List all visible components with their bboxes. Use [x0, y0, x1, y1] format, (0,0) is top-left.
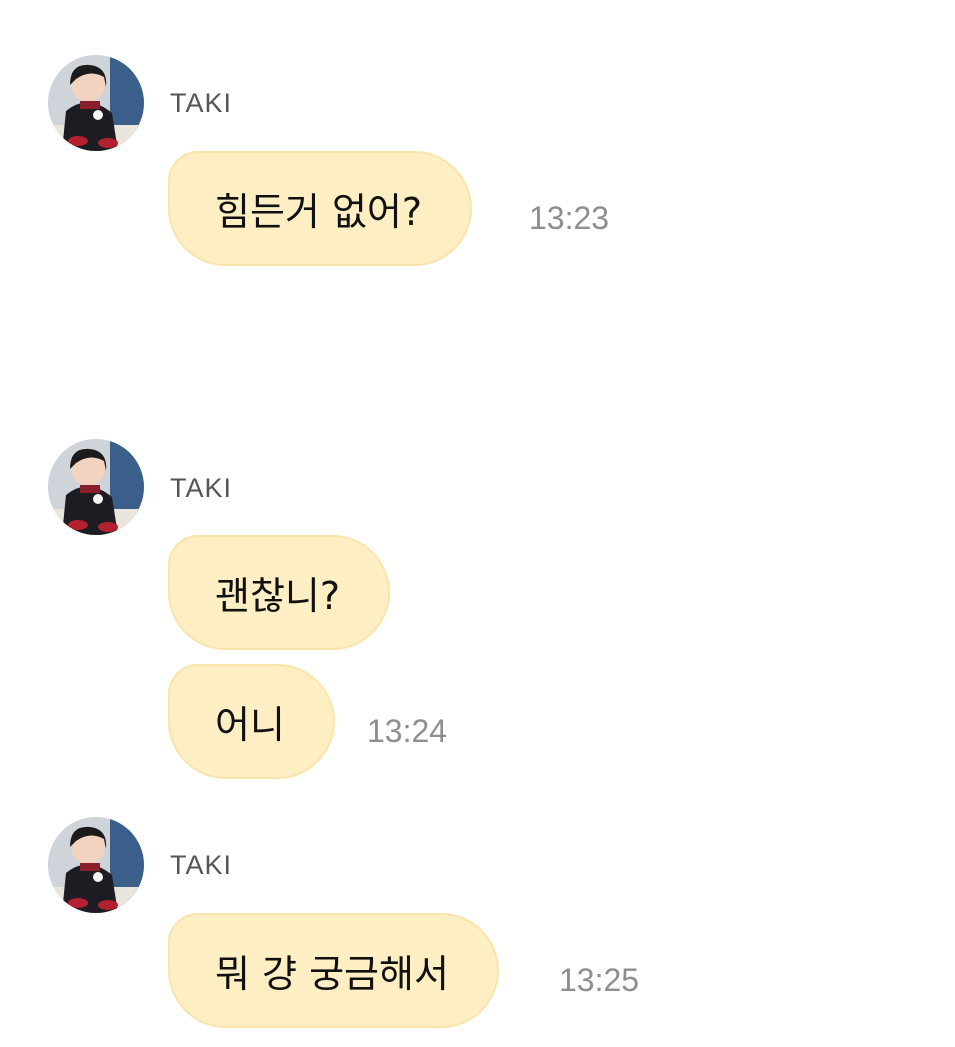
sender-name: TAKI [170, 473, 233, 503]
message-timestamp: 13:25 [559, 962, 640, 998]
sender-name: TAKI [170, 850, 233, 880]
profile-photo-icon [48, 439, 144, 535]
profile-photo-icon [48, 817, 144, 913]
chat-screen: { "groups": [ { "sender": "TAKI", "messa… [0, 0, 955, 1047]
message-timestamp: 13:23 [529, 200, 610, 236]
message-bubble[interactable]: 힘든거 없어? [168, 151, 473, 266]
profile-photo-icon [48, 55, 144, 151]
message-timestamp: 13:24 [367, 713, 448, 749]
sender-avatar[interactable] [48, 55, 144, 151]
message-bubble[interactable]: 괜찮니? [168, 535, 391, 650]
sender-avatar[interactable] [48, 439, 144, 535]
sender-avatar[interactable] [48, 817, 144, 913]
message-bubble[interactable]: 어니 [168, 664, 335, 779]
message-bubble[interactable]: 뭐 걍 궁금해서 [168, 913, 499, 1028]
sender-name: TAKI [170, 88, 233, 118]
